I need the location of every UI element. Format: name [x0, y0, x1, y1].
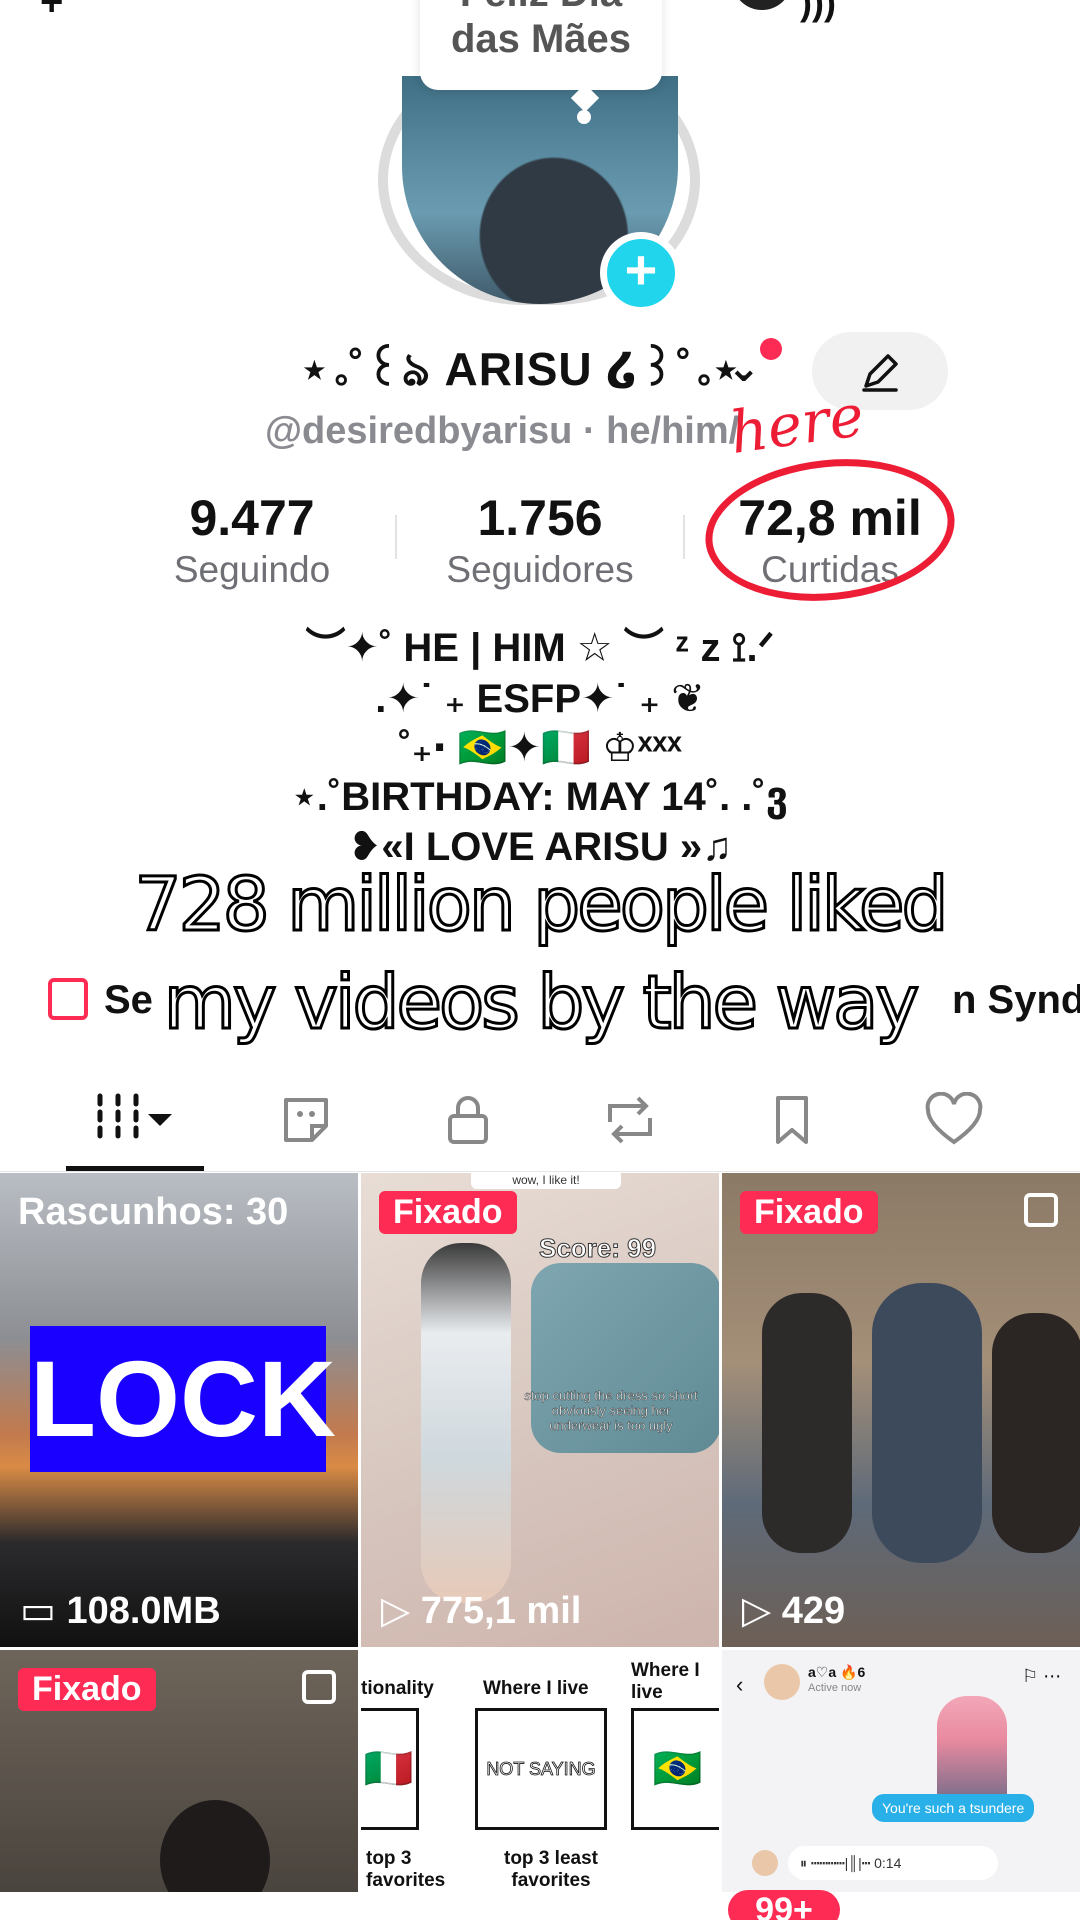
- chart-header: tionality: [361, 1678, 434, 1699]
- bookmark-icon: [776, 1096, 808, 1144]
- bottom-navigation: [0, 1892, 1080, 1920]
- bubble-line-1: Feliz Dia: [420, 0, 662, 16]
- display-name: ⋆｡˚꒰ঌ ARISU ໒꒱˚｡⋆: [300, 343, 742, 395]
- tabs-divider: [0, 1171, 1080, 1172]
- drafts-tile[interactable]: Rascunhos: 30 LOCK ▭ 108.0MB: [0, 1173, 358, 1647]
- video-tile[interactable]: tionality Where I live Where I live 🇮🇹 N…: [361, 1650, 719, 1892]
- chat-avatar: [764, 1664, 800, 1700]
- chat-avatar-small: [752, 1850, 778, 1876]
- chart-header: Where I live: [483, 1678, 589, 1699]
- person-head: [160, 1800, 270, 1892]
- lock-sticker: LOCK: [30, 1326, 336, 1472]
- not-saying-box: NOT SAYING: [475, 1708, 607, 1830]
- view-count: ▷ 775,1 mil: [381, 1590, 582, 1632]
- score-label: Score: 99: [538, 1233, 657, 1264]
- anime-character: [937, 1696, 1007, 1806]
- bubble-line-2: das Mães: [450, 17, 632, 61]
- chart-footer: top 3 least favorites: [504, 1848, 598, 1891]
- drafts-size: ▭ 108.0MB: [20, 1590, 221, 1632]
- lock-icon: [448, 1096, 488, 1144]
- voice-duration: 0:14: [874, 1855, 902, 1871]
- stat-followers[interactable]: 1.756 Seguidores: [410, 488, 670, 592]
- bio-line: ˚₊‧ 🇧🇷✦🇮🇹 ♔ˣˣˣ: [398, 726, 682, 770]
- chart-header: Where I live: [631, 1660, 700, 1703]
- top-left-icon[interactable]: +: [40, 0, 63, 25]
- chart-footer: top 3 favorites: [366, 1848, 446, 1891]
- grid-icon: [97, 1093, 172, 1147]
- view-count: ▷ 429: [742, 1590, 846, 1632]
- pencil-icon: [862, 354, 898, 392]
- game-character: [421, 1243, 511, 1603]
- username-handle: @desiredbyarisu · he/him/: [265, 410, 740, 452]
- caption-line-2: my videos by the way: [162, 959, 921, 1048]
- caption-line-1: 728 million people liked: [133, 861, 950, 950]
- inbox-badge[interactable]: 99+: [728, 1890, 840, 1920]
- multi-photo-icon: [302, 1670, 336, 1704]
- tab-private[interactable]: [418, 1080, 518, 1160]
- sticker-icon: [284, 1098, 328, 1142]
- chat-message: You're such a tsundere: [872, 1794, 1035, 1822]
- repost-icon: [608, 1096, 652, 1144]
- stat-divider: [683, 515, 685, 559]
- tab-saved[interactable]: [742, 1080, 842, 1160]
- flag-icon: ⚐ ⋯: [1022, 1666, 1062, 1686]
- person-figure: [762, 1293, 852, 1553]
- followers-count: 1.756: [477, 490, 603, 546]
- comment-sticker: wow, I like it!: [471, 1173, 621, 1189]
- pinned-badge: Fixado: [740, 1191, 878, 1234]
- sound-icon[interactable]: ))): [800, 0, 836, 24]
- view-count-text: 429: [781, 1590, 846, 1632]
- chevron-down-icon[interactable]: ⌄: [727, 345, 761, 391]
- flag-box: 🇮🇹: [361, 1708, 419, 1830]
- pinned-badge: Fixado: [379, 1191, 517, 1234]
- person-figure: [872, 1283, 982, 1563]
- drafts-size-text: 108.0MB: [66, 1590, 221, 1632]
- here-annotation: here: [725, 381, 868, 467]
- pinned-badge: Fixado: [18, 1668, 156, 1711]
- game-caption: stop cutting the dress so short obviousl…: [524, 1388, 698, 1433]
- chat-status: Active now: [808, 1682, 862, 1694]
- following-count: 9.477: [189, 490, 315, 546]
- flag-box: 🇧🇷: [631, 1708, 719, 1830]
- view-count-text: 775,1 mil: [420, 1590, 582, 1632]
- stat-divider: [395, 515, 397, 559]
- video-tile[interactable]: Fixado ▷ 429: [722, 1173, 1080, 1647]
- avatar-mini[interactable]: [732, 0, 792, 10]
- tab-stickers[interactable]: [256, 1080, 356, 1160]
- tab-liked[interactable]: [904, 1080, 1004, 1160]
- person-figure: [992, 1313, 1080, 1553]
- video-tile[interactable]: wow, I like it! Score: 99 stop cutting t…: [361, 1173, 719, 1647]
- video-tile[interactable]: Fixado: [0, 1650, 358, 1892]
- chat-name: a♡a 🔥6: [808, 1664, 866, 1680]
- tab-videos[interactable]: [85, 1080, 185, 1160]
- tab-reposts[interactable]: [580, 1080, 680, 1160]
- drafts-count: Rascunhos: 30: [18, 1191, 289, 1233]
- back-icon: ‹: [736, 1672, 744, 1697]
- heart-icon: [925, 1092, 983, 1145]
- following-label: Seguindo: [173, 549, 331, 590]
- bio-line: ︶✦˚ HE | HIM ☆ ︶ ᶻ z ⟟.ᐟ: [305, 626, 775, 670]
- stat-following[interactable]: 9.477 Seguindo: [122, 488, 382, 592]
- multi-photo-icon: [1024, 1193, 1058, 1227]
- notification-dot: [760, 338, 782, 360]
- followers-label: Seguidores: [446, 549, 634, 590]
- bio-line: .✦˙ ₊ ESFP✦˙ ₊ ❦: [375, 677, 705, 721]
- holiday-bubble[interactable]: Feliz Dia das Mães: [420, 0, 662, 90]
- video-tile[interactable]: ‹ a♡a 🔥6 Active now ⚐ ⋯ You're such a ts…: [722, 1650, 1080, 1892]
- voice-message: ⏸ ┅┅┅┅|║|┅ 0:14: [788, 1846, 998, 1880]
- add-story-button[interactable]: +: [600, 232, 682, 314]
- bio-line: ⋆.˚BIRTHDAY: MAY 14˚. .˚ვ: [291, 775, 789, 819]
